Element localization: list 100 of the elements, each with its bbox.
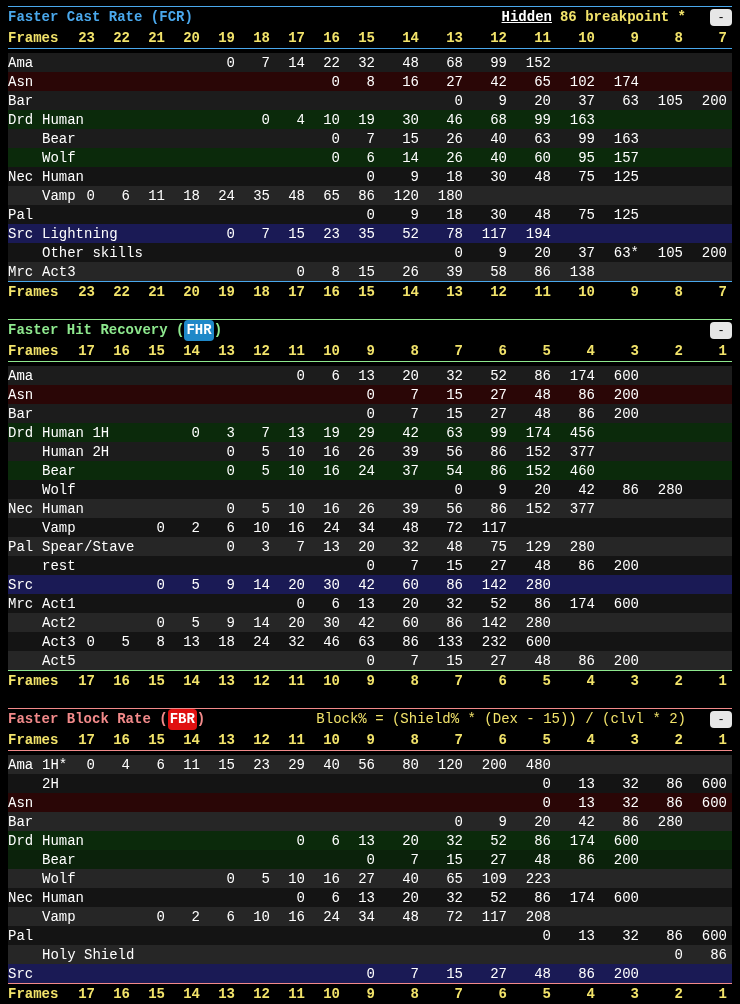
table-cell-text: 10	[288, 500, 305, 519]
frame-count: 17	[78, 672, 95, 691]
table-cell-text: 200	[701, 92, 727, 111]
frame-count: 11	[288, 342, 305, 361]
hidden-link[interactable]: Hidden	[501, 7, 552, 28]
table-cell-text: 8	[156, 633, 165, 652]
frame-count: 9	[630, 29, 639, 48]
table-cell-text: 18	[446, 206, 463, 225]
frame-count: 17	[288, 29, 305, 48]
table-cell-text: 48	[534, 405, 551, 424]
table-cell-text: 0	[226, 500, 235, 519]
subclass-label: Wolf	[42, 870, 76, 889]
table-cell-text: 7	[410, 405, 419, 424]
table-cell-text: 20	[358, 538, 375, 557]
frame-count: 16	[113, 731, 130, 750]
section-title: Faster Block Rate (	[8, 710, 168, 729]
table-cell-text: 9	[226, 576, 235, 595]
class-label: Mrc	[8, 596, 34, 612]
table-cell-text: 27	[358, 870, 375, 889]
class-label: Ama	[8, 757, 34, 773]
table-cell-text: 60	[402, 614, 419, 633]
table-cell-text: 600	[701, 775, 727, 794]
frame-count: 16	[113, 985, 130, 1004]
table-cell-text: 15	[446, 557, 463, 576]
table-cell-text: 40	[402, 870, 419, 889]
collapse-button[interactable]: -	[710, 322, 732, 339]
frame-count: 6	[498, 731, 507, 750]
class-label: Mrc	[8, 264, 34, 280]
table-cell-text: 232	[481, 633, 507, 652]
frame-count: 15	[148, 672, 165, 691]
collapse-button[interactable]: -	[710, 9, 732, 26]
frame-count: 7	[454, 731, 463, 750]
table-cell-text: 0	[366, 851, 375, 870]
table-cell-text: 157	[613, 149, 639, 168]
subclass-label: Bear	[42, 462, 76, 481]
table-cell-text: 5	[261, 462, 270, 481]
table-cell-text: 16	[323, 870, 340, 889]
frame-count: 19	[218, 283, 235, 302]
table-cell-text: 99	[490, 424, 507, 443]
subclass-label: Human 2H	[42, 443, 110, 462]
table-cell-text: 15	[358, 263, 375, 282]
table-cell-text: 32	[446, 367, 463, 386]
table-cell-text: 52	[490, 367, 507, 386]
table-cell-text: 13	[578, 794, 595, 813]
table-cell-text: 152	[525, 443, 551, 462]
table-cell-text: 174	[613, 73, 639, 92]
table-cell-text: 15	[402, 130, 419, 149]
table-cell-text: 63	[534, 130, 551, 149]
frames-label: Frames	[8, 985, 60, 1004]
table-cell-text: 5	[121, 633, 130, 652]
table-cell-text: 6	[366, 149, 375, 168]
table-cell-text: 10	[253, 519, 270, 538]
table-cell-text: 0	[454, 813, 463, 832]
frame-count: 10	[578, 283, 595, 302]
table-cell-text: 32	[446, 832, 463, 851]
frame-count: 15	[358, 29, 375, 48]
subclass-label: Vamp	[42, 519, 76, 538]
subclass-label: Bear	[42, 851, 76, 870]
table-cell-text: 52	[402, 225, 419, 244]
table-cell-text: 377	[569, 443, 595, 462]
table-cell-text: 174	[569, 889, 595, 908]
table-cell-text: 600	[701, 794, 727, 813]
frames-label: Frames	[8, 29, 60, 48]
table-cell-text: 200	[701, 244, 727, 263]
table-cell-text: 20	[402, 367, 419, 386]
subclass-label: Lightning	[42, 225, 118, 244]
table-cell-text: 0	[542, 794, 551, 813]
table-cell-text: 0	[366, 168, 375, 187]
table-cell-text: 9	[498, 92, 507, 111]
table-cell-text: 280	[657, 813, 683, 832]
frame-count: 10	[323, 342, 340, 361]
table-cell-text: 480	[525, 756, 551, 775]
table-cell-text: 86	[534, 263, 551, 282]
table-cell-text: 34	[358, 519, 375, 538]
table-cell-text: 29	[288, 756, 305, 775]
table-cell-text: 32	[622, 927, 639, 946]
table-cell-text: 19	[358, 111, 375, 130]
table-cell-text: 117	[481, 908, 507, 927]
frame-count: 12	[490, 29, 507, 48]
table-cell-text: 48	[534, 652, 551, 671]
class-label: Drd	[8, 112, 34, 128]
class-label: Asn	[8, 795, 34, 811]
table-cell-text: 0	[331, 73, 340, 92]
frame-count: 8	[410, 342, 419, 361]
frame-count: 8	[410, 672, 419, 691]
frame-count: 4	[586, 342, 595, 361]
table-cell-text: 86	[490, 443, 507, 462]
table-cell-text: 7	[261, 225, 270, 244]
table-cell-text: 42	[578, 813, 595, 832]
collapse-button[interactable]: -	[710, 711, 732, 728]
table-cell-text: 7	[296, 538, 305, 557]
frame-count: 8	[410, 731, 419, 750]
frame-count: 17	[78, 985, 95, 1004]
frame-count: 12	[253, 731, 270, 750]
frame-count: 8	[674, 29, 683, 48]
frame-count: 16	[113, 342, 130, 361]
frame-count: 11	[534, 29, 551, 48]
table-cell-text: 200	[613, 652, 639, 671]
table-cell-text: 10	[323, 111, 340, 130]
table-cell-text: 37	[578, 244, 595, 263]
